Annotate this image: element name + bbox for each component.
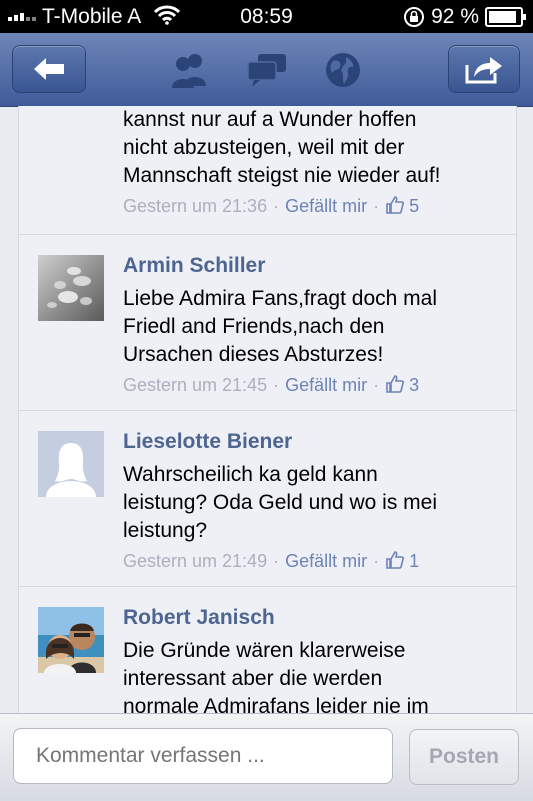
- like-count: 1: [409, 551, 420, 571]
- thumbs-up-icon: [386, 375, 405, 393]
- battery-percent: 92 %: [431, 5, 479, 28]
- comment-timestamp: Gestern um 21:36: [123, 196, 268, 216]
- comment-meta: Gestern um 21:49 · Gefällt mir · 1: [123, 551, 420, 571]
- status-bar: T-Mobile A 08:59 92 %: [0, 0, 533, 33]
- back-button[interactable]: [12, 45, 86, 93]
- like-link[interactable]: Gefällt mir: [285, 551, 367, 571]
- comment-text-line: Wahrscheilich ka geld kann: [123, 463, 378, 486]
- comment-text-line: nicht abzusteigen, weil mit der: [123, 136, 405, 159]
- comment-timestamp: Gestern um 21:49: [123, 551, 268, 571]
- comment-text-line: normale Admirafans leider nie im: [123, 695, 429, 713]
- like-link[interactable]: Gefällt mir: [285, 375, 367, 395]
- comment-text-line: Mannschaft steigst nie wieder auf!: [123, 164, 441, 187]
- rotation-lock-icon: [404, 7, 425, 27]
- commenter-name[interactable]: Armin Schiller: [123, 253, 496, 279]
- commenter-name[interactable]: Lieselotte Biener: [123, 429, 496, 455]
- messages-icon[interactable]: [245, 50, 289, 90]
- globe-icon[interactable]: [321, 50, 365, 90]
- comment-item: Armin Schiller Liebe Admira Fans,fragt d…: [19, 235, 516, 411]
- thumbs-up-icon: [386, 196, 405, 214]
- comment-timestamp: Gestern um 21:45: [123, 375, 268, 395]
- comment-item: Lieselotte Biener Wahrscheilich ka geld …: [19, 411, 516, 587]
- like-count: 3: [409, 375, 420, 395]
- comment-text: kannst nur auf a Wunder hoffen nicht abz…: [123, 106, 496, 190]
- comment-text-line: Liebe Admira Fans,fragt doch mal: [123, 287, 437, 310]
- status-right: 92 %: [403, 5, 526, 29]
- comment-item: Robert Janisch Die Gründe wären klarerwe…: [19, 587, 516, 713]
- avatar[interactable]: [38, 255, 104, 321]
- comment-text: Die Gründe wären klarerweise interessant…: [123, 637, 496, 713]
- share-button[interactable]: [448, 45, 520, 93]
- nav-bar: [0, 33, 533, 107]
- comment-text-line: Friedl and Friends,nach den: [123, 315, 385, 338]
- comment-text-line: Ursachen dieses Absturzes!: [123, 343, 384, 366]
- comment-item: kannst nur auf a Wunder hoffen nicht abz…: [19, 106, 516, 235]
- comment-composer: Posten: [0, 713, 533, 801]
- comment-text-line: leistung? Oda Geld und wo is mei: [123, 491, 438, 514]
- comment-text-line: leistung?: [123, 519, 208, 542]
- comment-meta: Gestern um 21:45 · Gefällt mir · 3: [123, 375, 420, 395]
- like-count: 5: [409, 196, 420, 216]
- comment-text: Liebe Admira Fans,fragt doch mal Friedl …: [123, 285, 496, 369]
- comment-text-line: interessant aber die werden: [123, 667, 383, 690]
- post-button[interactable]: Posten: [409, 729, 519, 785]
- thumbs-up-icon: [386, 551, 405, 569]
- commenter-name[interactable]: Robert Janisch: [123, 605, 496, 631]
- comment-meta: Gestern um 21:36 · Gefällt mir · 5: [123, 196, 420, 216]
- comment-input[interactable]: [13, 728, 393, 784]
- comments-feed[interactable]: kannst nur auf a Wunder hoffen nicht abz…: [18, 106, 517, 713]
- comment-text-line: kannst nur auf a Wunder hoffen: [123, 108, 417, 131]
- avatar[interactable]: [38, 431, 104, 497]
- share-icon: [465, 57, 502, 84]
- avatar[interactable]: [38, 607, 104, 673]
- comment-text: Wahrscheilich ka geld kann leistung? Oda…: [123, 461, 496, 545]
- battery-icon: [485, 7, 526, 27]
- back-arrow-icon: [34, 58, 64, 80]
- friends-icon[interactable]: [167, 50, 211, 90]
- comment-text-line: Die Gründe wären klarerweise: [123, 639, 406, 662]
- like-link[interactable]: Gefällt mir: [285, 196, 367, 216]
